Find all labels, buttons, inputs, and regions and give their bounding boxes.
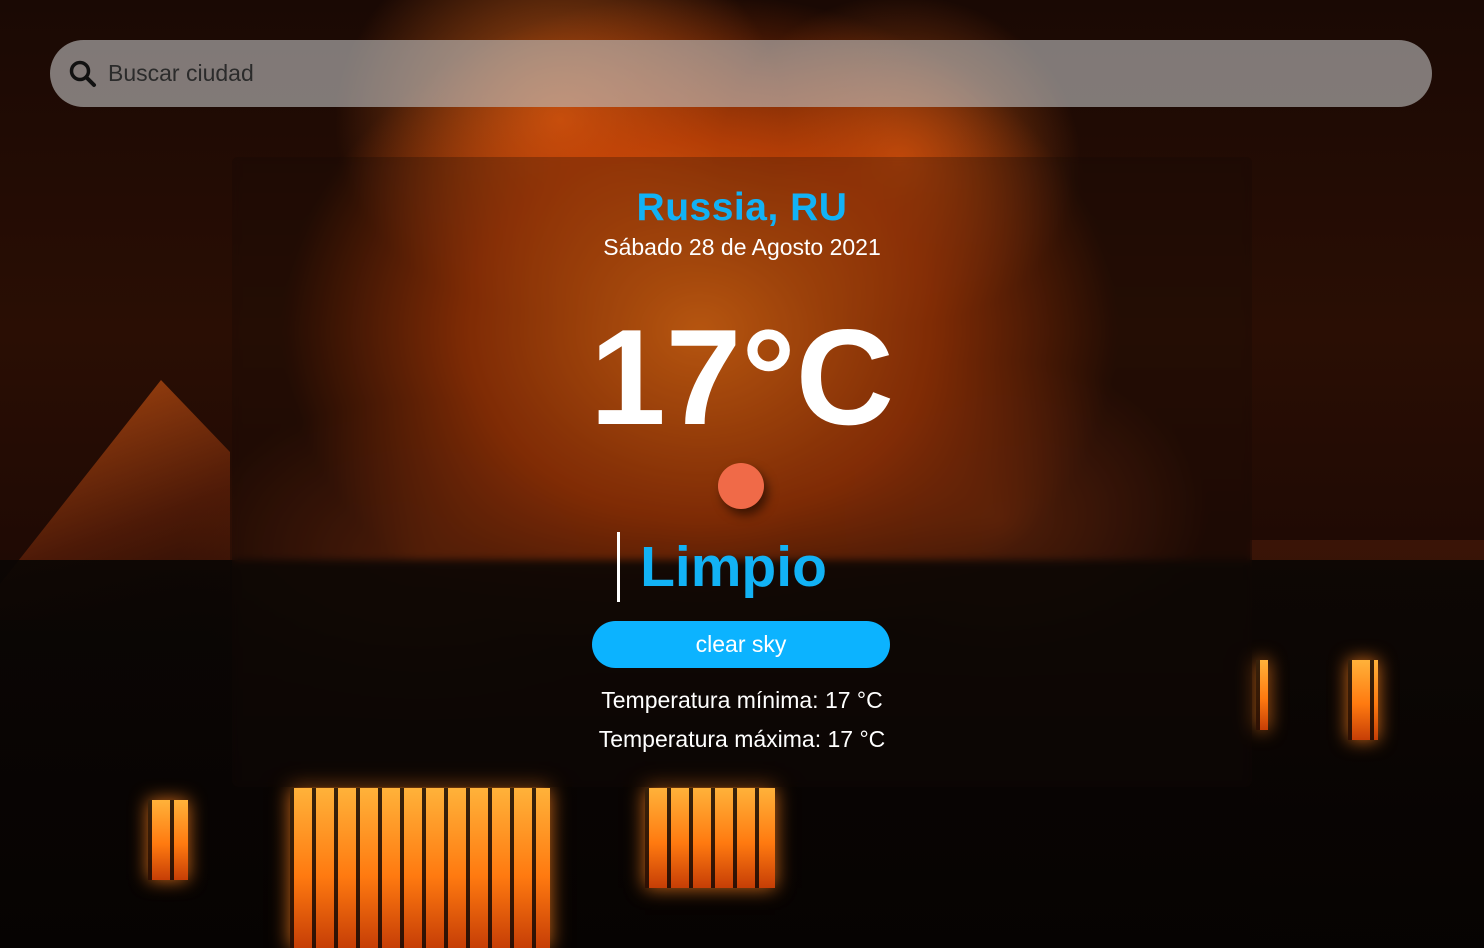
condition-label: Limpio — [640, 535, 827, 599]
search-bar[interactable] — [50, 40, 1432, 107]
description-badge: clear sky — [592, 621, 890, 668]
burning-window — [148, 800, 188, 880]
burning-window — [645, 788, 775, 888]
search-icon — [68, 59, 98, 89]
text-cursor — [617, 532, 621, 602]
search-input[interactable] — [106, 52, 1390, 95]
location-title: Russia, RU — [636, 186, 848, 229]
max-temperature: Temperatura máxima: 17 °C — [598, 726, 886, 752]
weather-condition: Limpio — [0, 532, 1484, 602]
current-temperature: 17°C — [590, 301, 894, 453]
current-date: Sábado 28 de Agosto 2021 — [603, 234, 881, 260]
min-temperature: Temperatura mínima: 17 °C — [601, 687, 883, 713]
sun-icon — [718, 463, 764, 509]
burning-window — [290, 788, 550, 948]
